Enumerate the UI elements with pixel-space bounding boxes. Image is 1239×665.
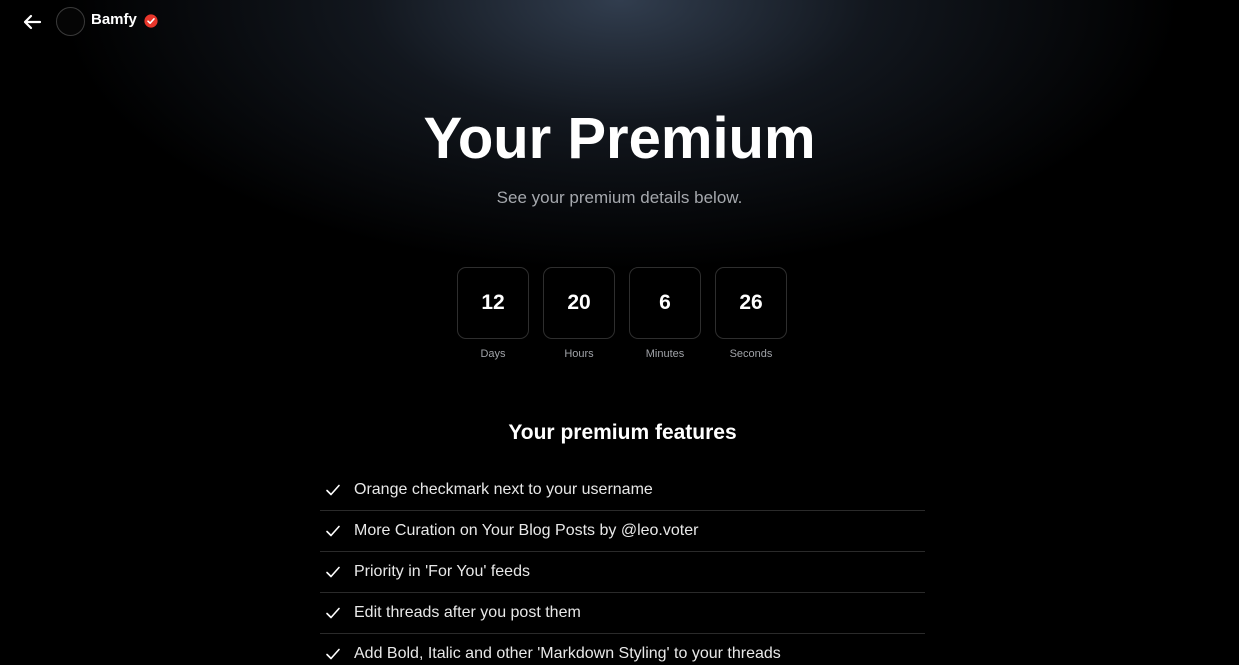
features-heading: Your premium features <box>508 421 737 444</box>
check-icon <box>326 566 340 578</box>
feature-label: Edit threads after you post them <box>354 604 581 621</box>
countdown-minutes: 6 Minutes <box>629 267 701 360</box>
countdown-minutes-label: Minutes <box>645 348 685 360</box>
feature-item: Add Bold, Italic and other 'Markdown Sty… <box>320 634 925 665</box>
feature-label: More Curation on Your Blog Posts by @leo… <box>354 522 699 539</box>
feature-label: Orange checkmark next to your username <box>354 481 653 498</box>
page-subtitle: See your premium details below. <box>496 188 743 207</box>
username[interactable]: Bamfy <box>91 11 137 28</box>
premium-page: Bamfy Your Premium See your premium deta… <box>0 0 1239 665</box>
verified-check-icon <box>144 14 158 28</box>
check-icon <box>326 484 340 496</box>
countdown-days-label: Days <box>480 348 506 360</box>
feature-item: Priority in 'For You' feeds <box>320 552 925 593</box>
page-title: Your Premium <box>423 106 816 171</box>
feature-item: Orange checkmark next to your username <box>320 470 925 511</box>
arrow-left-icon <box>23 14 42 30</box>
countdown-hours: 20 Hours <box>543 267 615 360</box>
countdown-seconds-value: 26 <box>715 267 787 339</box>
countdown-days: 12 Days <box>457 267 529 360</box>
countdown-hours-value: 20 <box>543 267 615 339</box>
check-icon <box>326 607 340 619</box>
check-icon <box>326 648 340 660</box>
avatar[interactable] <box>56 7 85 36</box>
feature-label: Add Bold, Italic and other 'Markdown Sty… <box>354 645 781 662</box>
countdown-days-value: 12 <box>457 267 529 339</box>
countdown-minutes-value: 6 <box>629 267 701 339</box>
check-icon <box>326 525 340 537</box>
feature-item: More Curation on Your Blog Posts by @leo… <box>320 511 925 552</box>
countdown-seconds: 26 Seconds <box>715 267 787 360</box>
countdown-hours-label: Hours <box>564 348 594 360</box>
back-button[interactable] <box>20 10 44 34</box>
countdown-seconds-label: Seconds <box>729 348 773 360</box>
feature-label: Priority in 'For You' feeds <box>354 563 530 580</box>
countdown-timer: 12 Days 20 Hours 6 Minutes 26 Seconds <box>457 267 787 360</box>
feature-item: Edit threads after you post them <box>320 593 925 634</box>
features-list: Orange checkmark next to your username M… <box>320 470 925 665</box>
